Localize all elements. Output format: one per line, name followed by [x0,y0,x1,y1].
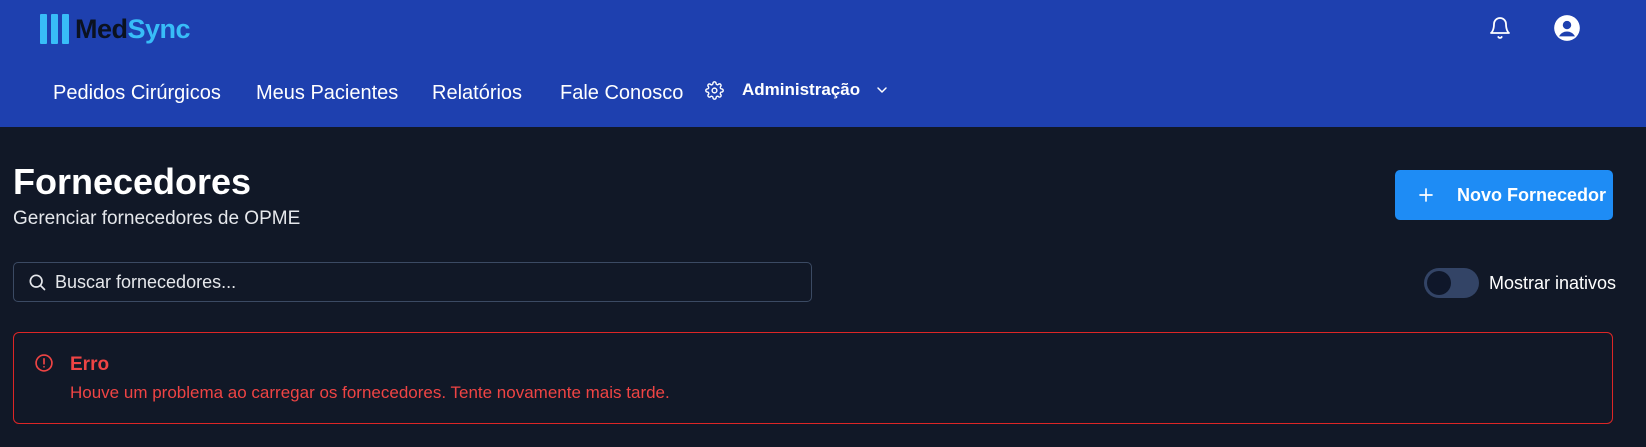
logo-text-part1: Med [75,13,128,44]
new-supplier-button[interactable]: Novo Fornecedor [1395,170,1613,220]
error-alert: Erro Houve um problema ao carregar os fo… [13,332,1613,424]
app-logo[interactable]: MedSync [40,13,191,45]
error-message: Houve um problema ao carregar os fornece… [70,383,670,402]
main-nav: Pedidos Cirúrgicos Meus Pacientes Relató… [0,74,1646,114]
nav-item-meus-pacientes[interactable]: Meus Pacientes [256,82,398,105]
chevron-down-icon [874,82,890,98]
show-inactive-label[interactable]: Mostrar inativos [1489,273,1616,294]
search-box[interactable] [13,262,812,302]
show-inactive-toggle-group[interactable]: Mostrar inativos [1424,268,1616,298]
search-input[interactable] [55,271,775,293]
logo-mark-icon [40,14,69,44]
page-title: Fornecedores [13,161,252,202]
nav-item-pedidos-cirurgicos[interactable]: Pedidos Cirúrgicos [53,82,221,105]
toggle-knob [1427,271,1451,295]
new-supplier-label: Novo Fornecedor [1457,184,1607,205]
page-subtitle: Gerenciar fornecedores de OPME [13,208,301,229]
nav-item-fale-conosco[interactable]: Fale Conosco [560,82,683,105]
gear-icon [705,80,724,100]
nav-item-administracao[interactable]: Administração [705,80,890,100]
bell-icon[interactable] [1486,14,1514,42]
user-circle-icon[interactable] [1553,14,1581,42]
nav-item-relatorios[interactable]: Relatórios [432,82,522,105]
top-header: MedSync Pedidos Cirúrgicos Meus Paciente… [0,0,1646,127]
plus-icon [1417,186,1435,204]
nav-admin-label: Administração [742,80,861,99]
logo-text: MedSync [75,13,191,45]
alert-circle-icon [34,353,54,373]
show-inactive-toggle[interactable] [1424,268,1479,298]
search-icon [27,272,47,292]
error-title: Erro [70,354,110,375]
logo-text-part2: Sync [127,13,191,44]
